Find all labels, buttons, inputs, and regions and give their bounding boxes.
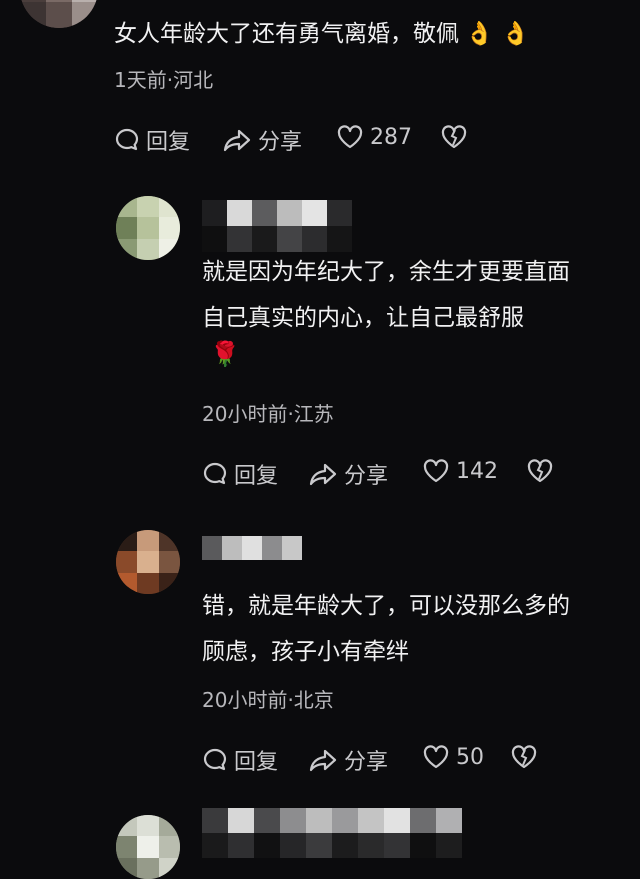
like-count: 142: [456, 458, 498, 484]
like-count: 287: [370, 124, 412, 150]
reply-label: 回复: [234, 464, 279, 489]
avatar-commenter-1[interactable]: [20, 0, 98, 28]
share-label: 分享: [344, 750, 389, 775]
dislike-button[interactable]: [440, 124, 468, 150]
share-button[interactable]: 分享: [308, 458, 388, 490]
comment-meta: 20小时前·北京: [202, 688, 334, 712]
reply-button[interactable]: 回复: [202, 744, 278, 776]
reply-label: 回复: [234, 750, 279, 775]
share-button[interactable]: 分享: [308, 744, 388, 776]
heart-icon: [422, 458, 450, 484]
dislike-button[interactable]: [526, 458, 554, 484]
ok-hand-emoji: 👌 👌: [465, 21, 530, 47]
dislike-heart-icon: [510, 744, 538, 770]
heart-icon: [422, 744, 450, 770]
reply-bubble-icon: [202, 461, 228, 487]
avatar-commenter-3[interactable]: [116, 530, 180, 594]
heart-icon: [336, 124, 364, 150]
avatar-commenter-2[interactable]: [116, 196, 180, 260]
comment-text-line-2: 自己真实的内心，让自己最舒服: [202, 305, 524, 331]
reply-label: 回复: [146, 130, 191, 155]
comment-text-line-2: 顾虑，孩子小有牵绊: [202, 639, 409, 665]
comment-meta: 1天前·河北: [114, 68, 214, 92]
username-blurred[interactable]: [202, 536, 302, 560]
reply-button[interactable]: 回复: [202, 458, 278, 490]
share-arrow-icon: [222, 127, 252, 153]
rose-emoji: 🌹: [210, 340, 240, 368]
username-blurred[interactable]: [202, 808, 462, 858]
reply-bubble-icon: [202, 747, 228, 773]
reply-bubble-icon: [114, 127, 140, 153]
dislike-heart-icon: [526, 458, 554, 484]
comment-meta: 20小时前·江苏: [202, 402, 334, 426]
comment-text: 女人年龄大了还有勇气离婚，敬佩 👌 👌: [114, 21, 530, 47]
comment-text-line-1: 就是因为年纪大了，余生才更要直面: [202, 259, 570, 285]
share-label: 分享: [344, 464, 389, 489]
username-blurred[interactable]: [202, 200, 352, 252]
like-button[interactable]: 287: [336, 124, 412, 150]
dislike-button[interactable]: [510, 744, 538, 770]
like-count: 50: [456, 744, 484, 770]
share-arrow-icon: [308, 461, 338, 487]
reply-button[interactable]: 回复: [114, 124, 190, 156]
share-arrow-icon: [308, 747, 338, 773]
avatar-commenter-4[interactable]: [116, 815, 180, 879]
share-label: 分享: [258, 130, 303, 155]
dislike-heart-icon: [440, 124, 468, 150]
share-button[interactable]: 分享: [222, 124, 302, 156]
like-button[interactable]: 50: [422, 744, 484, 770]
comment-text-line-1: 错，就是年龄大了，可以没那么多的: [202, 593, 570, 619]
like-button[interactable]: 142: [422, 458, 498, 484]
